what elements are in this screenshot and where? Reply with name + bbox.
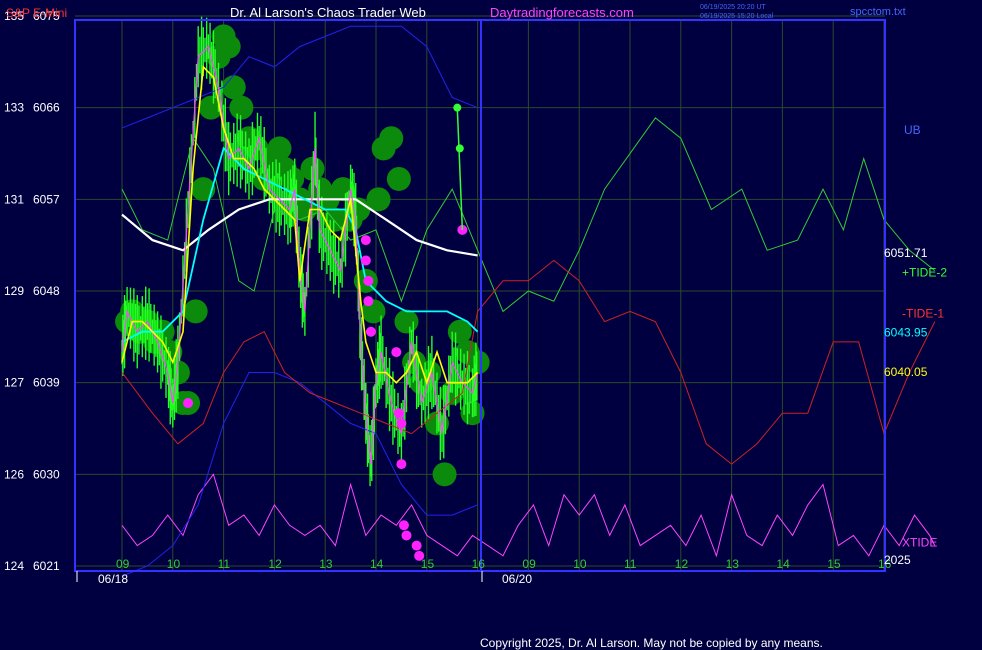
right-label: 6051.71 [884, 246, 928, 260]
marker-point [393, 408, 404, 419]
y-tick-label: 133 [4, 101, 24, 115]
y-price-label: 6030 [33, 467, 60, 481]
halo-point [386, 166, 411, 191]
right-label: XTIDE [902, 536, 937, 550]
x-tick-label: 14 [370, 557, 384, 571]
site-link[interactable]: Daytradingforecasts.com [490, 5, 634, 20]
x-tick-label: 15 [421, 557, 435, 571]
marker-point [396, 459, 407, 470]
marker-point [183, 398, 194, 409]
date-label: 06/18 [98, 572, 128, 586]
date-label: 06/20 [502, 572, 532, 586]
right-label: UB [904, 123, 921, 137]
marker-point [396, 418, 407, 429]
marker-point [401, 530, 412, 541]
x-tick-label: 12 [268, 557, 282, 571]
halo-point [183, 299, 208, 324]
y-tick-label: 131 [4, 192, 24, 206]
right-label: +TIDE-2 [902, 266, 947, 280]
marker-point [391, 347, 402, 358]
right-label: 2025 [884, 553, 911, 567]
marker-point [398, 520, 409, 531]
halo-point [394, 309, 419, 334]
marker-point [360, 255, 371, 266]
y-tick-label: 127 [4, 376, 24, 390]
copyright: Copyright 2025, Dr. Al Larson. May not b… [480, 636, 823, 650]
right-label: 6043.95 [884, 325, 928, 339]
x-tick-label: 13 [726, 557, 740, 571]
marker-point [365, 326, 376, 337]
y-tick-label: 124 [4, 559, 24, 573]
right-label: -TIDE-1 [902, 306, 944, 320]
x-tick-label: 11 [624, 557, 637, 571]
marker-point [363, 296, 374, 307]
x-tick-label: 14 [776, 557, 790, 571]
x-tick-label: 10 [573, 557, 587, 571]
y-price-label: 6066 [33, 101, 60, 115]
right-label: 6040.05 [884, 365, 928, 379]
x-tick-label: 12 [675, 557, 689, 571]
y-tick-label: 126 [4, 467, 24, 481]
chart-canvas: 135 6075133 6066131 6057129 6048127 6039126 60… [0, 0, 982, 650]
y-price-label: 6039 [33, 376, 60, 390]
x-tick-label: 10 [167, 557, 181, 571]
halo-point [267, 136, 292, 161]
marker-point [360, 235, 371, 246]
halo-point [229, 95, 254, 120]
site-title: Dr. Al Larson's Chaos Trader Web [230, 5, 426, 20]
marker-point [411, 540, 422, 551]
x-tick-label: 09 [522, 557, 536, 571]
x-tick-label: 16 [472, 557, 486, 571]
y-price-label: 6048 [33, 284, 60, 298]
x-tick-label: 09 [116, 557, 130, 571]
y-price-label: 6021 [33, 559, 60, 573]
y-price-label: 6057 [33, 192, 60, 206]
marker-point [363, 275, 374, 286]
file-name: spcctom.txt [850, 6, 906, 18]
halo-point [379, 126, 404, 151]
chart-title: S&P E-Mini [6, 6, 67, 20]
halo-point [432, 462, 457, 487]
timestamp-ut: 06/19/2025 20:20 UT [700, 4, 766, 11]
x-tick-label: 11 [218, 557, 231, 571]
x-tick-label: 15 [827, 557, 841, 571]
halo-point [216, 34, 241, 59]
timestamp-local: 06/19/2025 15:20 Local [700, 13, 774, 20]
y-tick-label: 129 [4, 284, 24, 298]
x-tick-label: 13 [319, 557, 333, 571]
